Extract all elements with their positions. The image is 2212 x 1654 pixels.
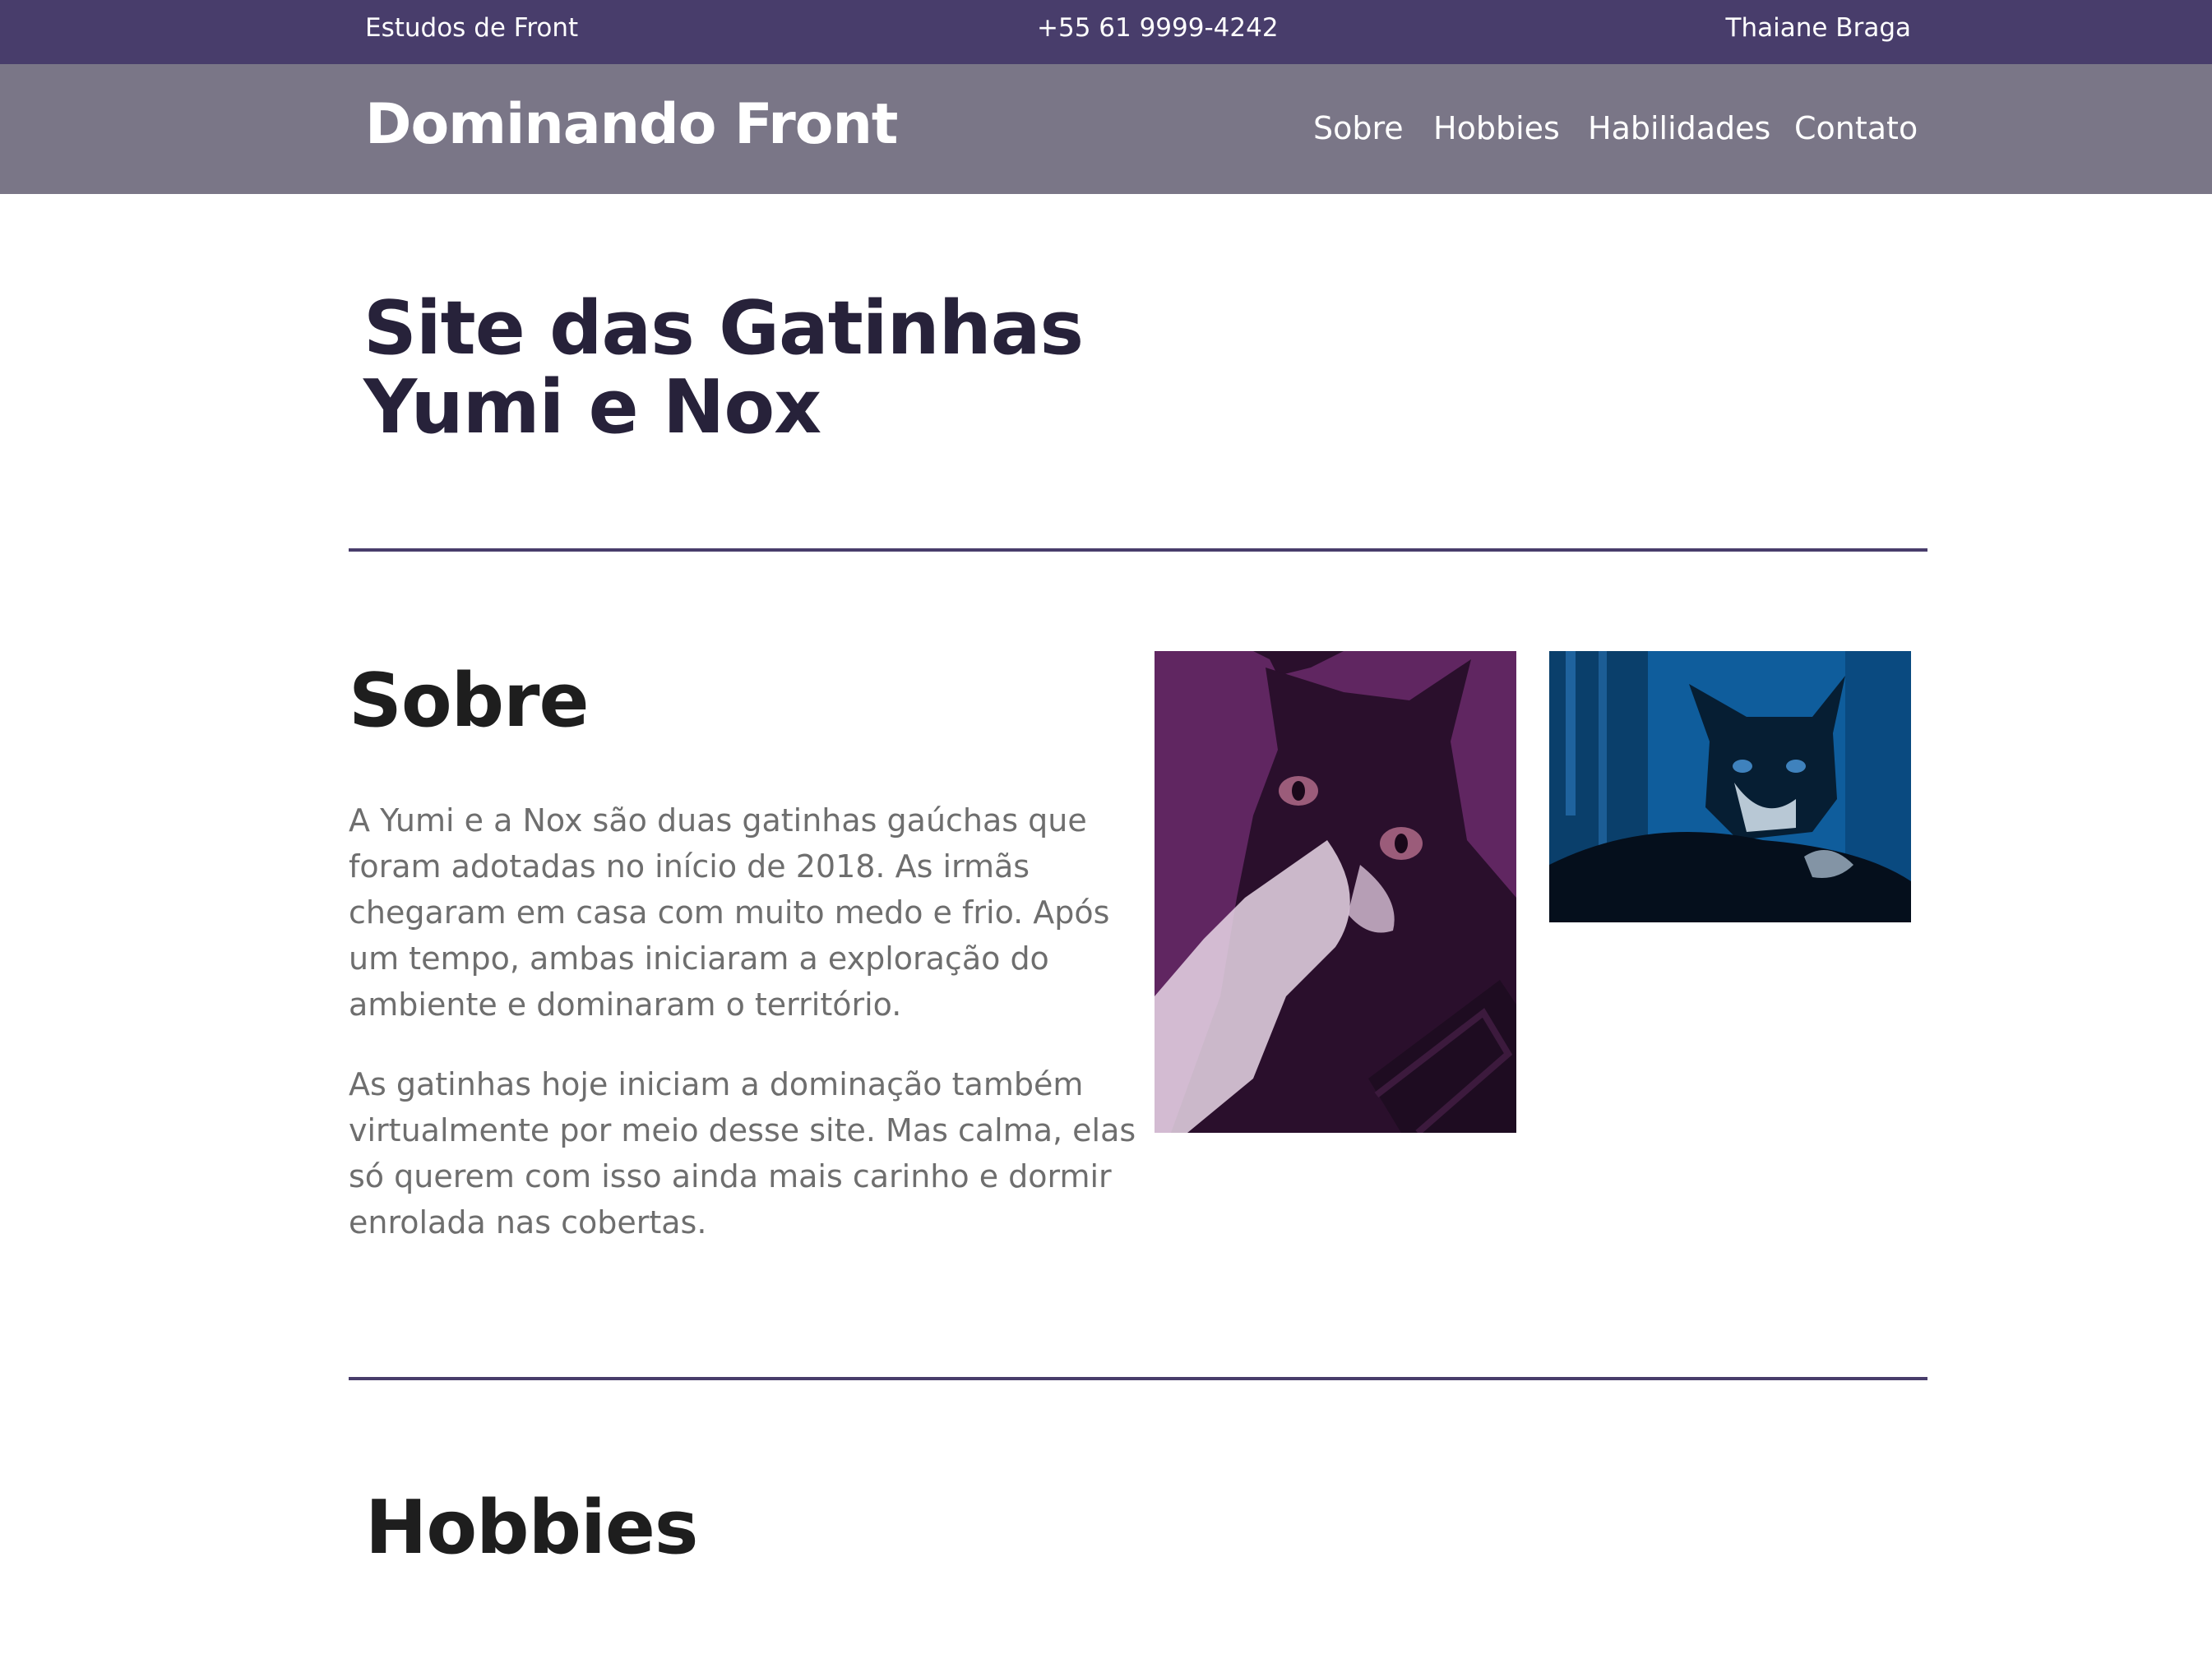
nav-link-sobre[interactable]: Sobre bbox=[1313, 110, 1404, 146]
nav-link-contato[interactable]: Contato bbox=[1794, 110, 1918, 146]
main-navigation: Dominando Front Sobre Hobbies Habilidade… bbox=[0, 64, 2212, 194]
hobbies-heading: Hobbies bbox=[365, 1485, 698, 1571]
sobre-paragraph-2: As gatinhas hoje iniciam a dominação tam… bbox=[349, 1066, 1136, 1240]
hero-title: Site das Gatinhas Yumi e Nox bbox=[363, 289, 1084, 450]
hero-title-line-2: Yumi e Nox bbox=[363, 364, 821, 450]
hero-title-line-1: Site das Gatinhas bbox=[363, 285, 1084, 372]
cat-photo-nox bbox=[1549, 651, 1911, 922]
section-divider bbox=[349, 548, 1927, 552]
sobre-heading: Sobre bbox=[349, 658, 589, 744]
nav-link-habilidades[interactable]: Habilidades bbox=[1588, 110, 1770, 146]
nav-link-hobbies[interactable]: Hobbies bbox=[1433, 110, 1560, 146]
site-tagline: Estudos de Front bbox=[365, 13, 579, 43]
brand-logo[interactable]: Dominando Front bbox=[365, 92, 898, 157]
author-name: Thaiane Braga bbox=[1725, 13, 1911, 43]
section-divider bbox=[349, 1377, 1927, 1380]
cat-photo-yumi bbox=[1155, 651, 1516, 1133]
phone-number: +55 61 9999-4242 bbox=[1037, 13, 1279, 43]
sobre-paragraph-1: A Yumi e a Nox são duas gatinhas gaúchas… bbox=[349, 802, 1110, 1023]
top-info-bar: Estudos de Front +55 61 9999-4242 Thaian… bbox=[0, 0, 2212, 64]
